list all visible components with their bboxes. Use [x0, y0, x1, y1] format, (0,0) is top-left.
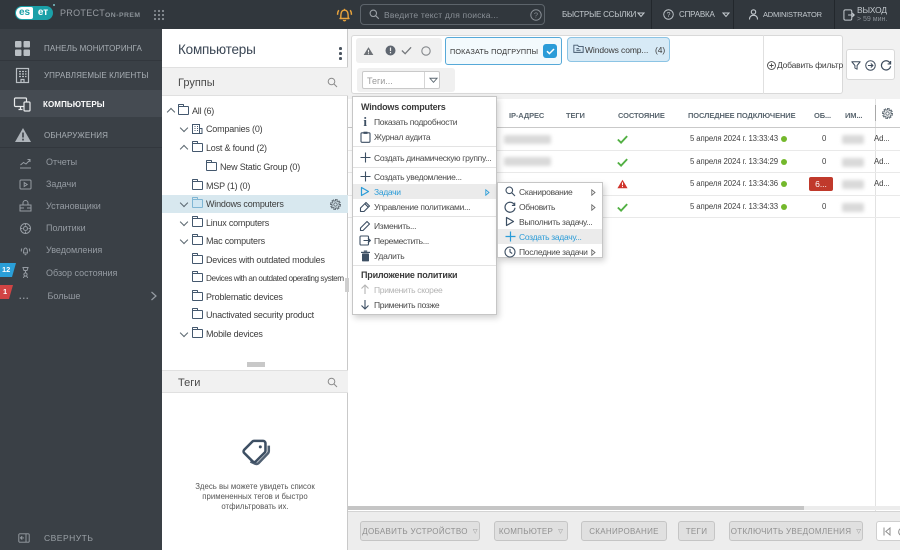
svg-text:?: ?	[534, 11, 538, 20]
svg-text:?: ?	[667, 12, 671, 19]
